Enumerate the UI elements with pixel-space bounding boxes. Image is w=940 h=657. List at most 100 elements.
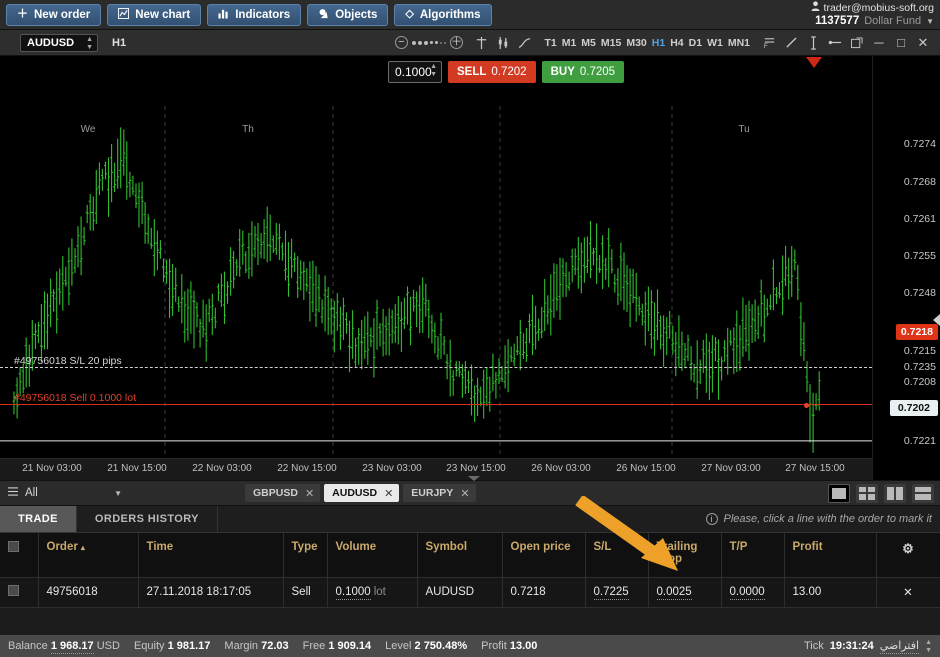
server-name[interactable]: افتراضي	[879, 639, 920, 654]
chart-tab-audusd[interactable]: AUDUSD ✕	[324, 484, 400, 502]
price-chart-canvas[interactable]	[0, 56, 872, 480]
column-header-profit[interactable]: Profit	[784, 533, 877, 578]
zoom-out-icon[interactable]: −	[395, 36, 408, 49]
popout-window-icon[interactable]	[846, 32, 868, 54]
row-checkbox[interactable]	[8, 585, 19, 596]
algorithms-button[interactable]: ◇ Algorithms	[394, 3, 492, 26]
column-header-open-price[interactable]: Open price	[502, 533, 586, 578]
cell-sl[interactable]: 0.7225	[585, 577, 649, 608]
time-tick-9: 27 Nov 15:00	[785, 463, 845, 474]
timeframe-m30[interactable]: M30	[626, 37, 646, 49]
tab-trade[interactable]: TRADE	[0, 506, 77, 532]
axis-collapse-arrow-icon[interactable]	[933, 314, 940, 326]
bar-chart-tool-icon[interactable]	[492, 32, 514, 54]
table-settings-gear-icon[interactable]: ⚙	[876, 533, 940, 578]
column-header-order[interactable]: Order ▴	[38, 533, 139, 578]
timeframe-t1[interactable]: T1	[544, 37, 556, 49]
server-stepper-icon[interactable]: ▲ ▼	[925, 639, 932, 655]
minimize-icon[interactable]: －	[868, 32, 890, 54]
select-all-header[interactable]	[0, 533, 39, 578]
profit-value: 13.00	[509, 640, 538, 652]
objects-button[interactable]: Objects	[307, 3, 389, 26]
close-icon[interactable]: ✕	[912, 32, 934, 54]
spinner-icon[interactable]: ▲ ▼	[86, 36, 93, 52]
layout-buttons	[828, 483, 934, 503]
cell-tp[interactable]: 0.0000	[721, 577, 785, 608]
quad-layout-button[interactable]	[856, 483, 878, 503]
trailing-stop-value[interactable]: 0.0025	[656, 586, 692, 600]
sl-value[interactable]: 0.7225	[593, 586, 629, 600]
column-header-type[interactable]: Type	[283, 533, 328, 578]
close-icon[interactable]: ✕	[305, 487, 314, 500]
indicators-button[interactable]: Indicators	[207, 3, 302, 26]
maximize-icon[interactable]: □	[890, 32, 912, 54]
volume-value[interactable]: 0.1000	[335, 586, 371, 600]
session-label-we: We	[80, 124, 96, 135]
buy-button[interactable]: BUY 0.7205	[541, 61, 625, 83]
timeframe-label: H1	[112, 36, 127, 49]
timeframe-h4[interactable]: H4	[670, 37, 683, 49]
bars-icon	[218, 8, 229, 22]
status-profit: Profit 13.00	[481, 640, 537, 652]
column-header-symbol[interactable]: Symbol	[417, 533, 503, 578]
horizontal-split-layout-button[interactable]	[912, 483, 934, 503]
order-position-marker	[804, 403, 809, 408]
column-header-time[interactable]: Time	[138, 533, 284, 578]
close-icon[interactable]: ✕	[384, 487, 393, 500]
account-info[interactable]: trader@mobius-soft.org 1137577 Dollar Fu…	[811, 1, 934, 28]
timeframe-w1[interactable]: W1	[707, 37, 723, 49]
chart-tab-gbpusd[interactable]: GBPUSD ✕	[245, 484, 321, 502]
timeframe-m1[interactable]: M1	[562, 37, 577, 49]
close-icon[interactable]: ✕	[460, 487, 469, 500]
vertical-line-icon[interactable]	[802, 32, 824, 54]
volume-stepper[interactable]: ▲ ▼	[430, 63, 437, 79]
open-price-line[interactable]: #49756018 Sell 0.1000 lot	[0, 392, 872, 408]
panel-collapse-handle[interactable]	[468, 476, 480, 481]
column-header-volume[interactable]: Volume	[327, 533, 418, 578]
crosshair-tool-icon[interactable]	[470, 32, 492, 54]
timeframe-m15[interactable]: M15	[601, 37, 621, 49]
balance-value: 1 968.17	[50, 640, 94, 654]
vertical-split-layout-button[interactable]	[884, 483, 906, 503]
diamond-icon: ◇	[405, 8, 414, 20]
zoom-controls: − ＋	[395, 36, 463, 49]
horizontal-line-icon[interactable]	[824, 32, 846, 54]
row-select-cell[interactable]	[0, 577, 39, 608]
symbol-selector[interactable]: AUDUSD ▲ ▼	[20, 33, 98, 52]
single-layout-button[interactable]	[828, 483, 850, 503]
time-axis[interactable]: 21 Nov 03:00 21 Nov 15:00 22 Nov 03:00 2…	[0, 458, 872, 480]
select-all-checkbox[interactable]	[8, 541, 19, 552]
tp-value[interactable]: 0.0000	[729, 586, 765, 600]
symbol-filter-dropdown[interactable]: All ▼	[0, 487, 130, 499]
timeframe-mn1[interactable]: MN1	[728, 37, 750, 49]
table-row[interactable]: 49756018 27.11.2018 18:17:05 Sell 0.1000…	[0, 577, 940, 608]
chevron-down-icon[interactable]: ▼	[926, 15, 934, 28]
status-free-margin: Free 1 909.14	[303, 640, 372, 652]
line-chart-tool-icon[interactable]	[514, 32, 536, 54]
trendline-icon[interactable]	[780, 32, 802, 54]
column-header-trailing-stop[interactable]: Trailing Stop	[648, 533, 722, 578]
column-header-sl[interactable]: S/L	[585, 533, 649, 578]
timeframe-h1[interactable]: H1	[652, 37, 665, 49]
zoom-in-icon[interactable]: ＋	[450, 36, 463, 49]
cell-trailing-stop[interactable]: 0.0025	[648, 577, 722, 608]
ask-price-marker: 0.7202	[889, 400, 938, 416]
new-chart-button[interactable]: New chart	[107, 3, 202, 26]
timeframe-m5[interactable]: M5	[581, 37, 596, 49]
tab-orders-history[interactable]: ORDERS HISTORY	[77, 506, 218, 532]
chevron-down-icon[interactable]: ▼	[114, 489, 122, 498]
new-order-button[interactable]: ＋ New order	[6, 3, 102, 26]
cell-volume[interactable]: 0.1000 lot	[327, 577, 418, 608]
zoom-level-indicator[interactable]	[412, 40, 446, 45]
price-axis[interactable]: 0.7274 0.7268 0.7261 0.7255 0.7248 0.724…	[872, 56, 940, 480]
new-chart-label: New chart	[135, 8, 191, 21]
chart-area[interactable]: We Th Tu 0.1000 ▲ ▼ SELL 0.7202 BUY 0.720…	[0, 56, 940, 480]
stop-loss-line[interactable]: #49756018 S/L 20 pips	[0, 355, 872, 368]
volume-input[interactable]: 0.1000 ▲ ▼	[388, 61, 442, 83]
chart-tab-eurjpy[interactable]: EURJPY ✕	[403, 484, 476, 502]
close-order-button[interactable]: ✕	[876, 577, 940, 608]
sell-button[interactable]: SELL 0.7202	[448, 61, 536, 83]
settings-list-icon[interactable]: F	[758, 32, 780, 54]
column-header-tp[interactable]: T/P	[721, 533, 785, 578]
timeframe-d1[interactable]: D1	[689, 37, 702, 49]
